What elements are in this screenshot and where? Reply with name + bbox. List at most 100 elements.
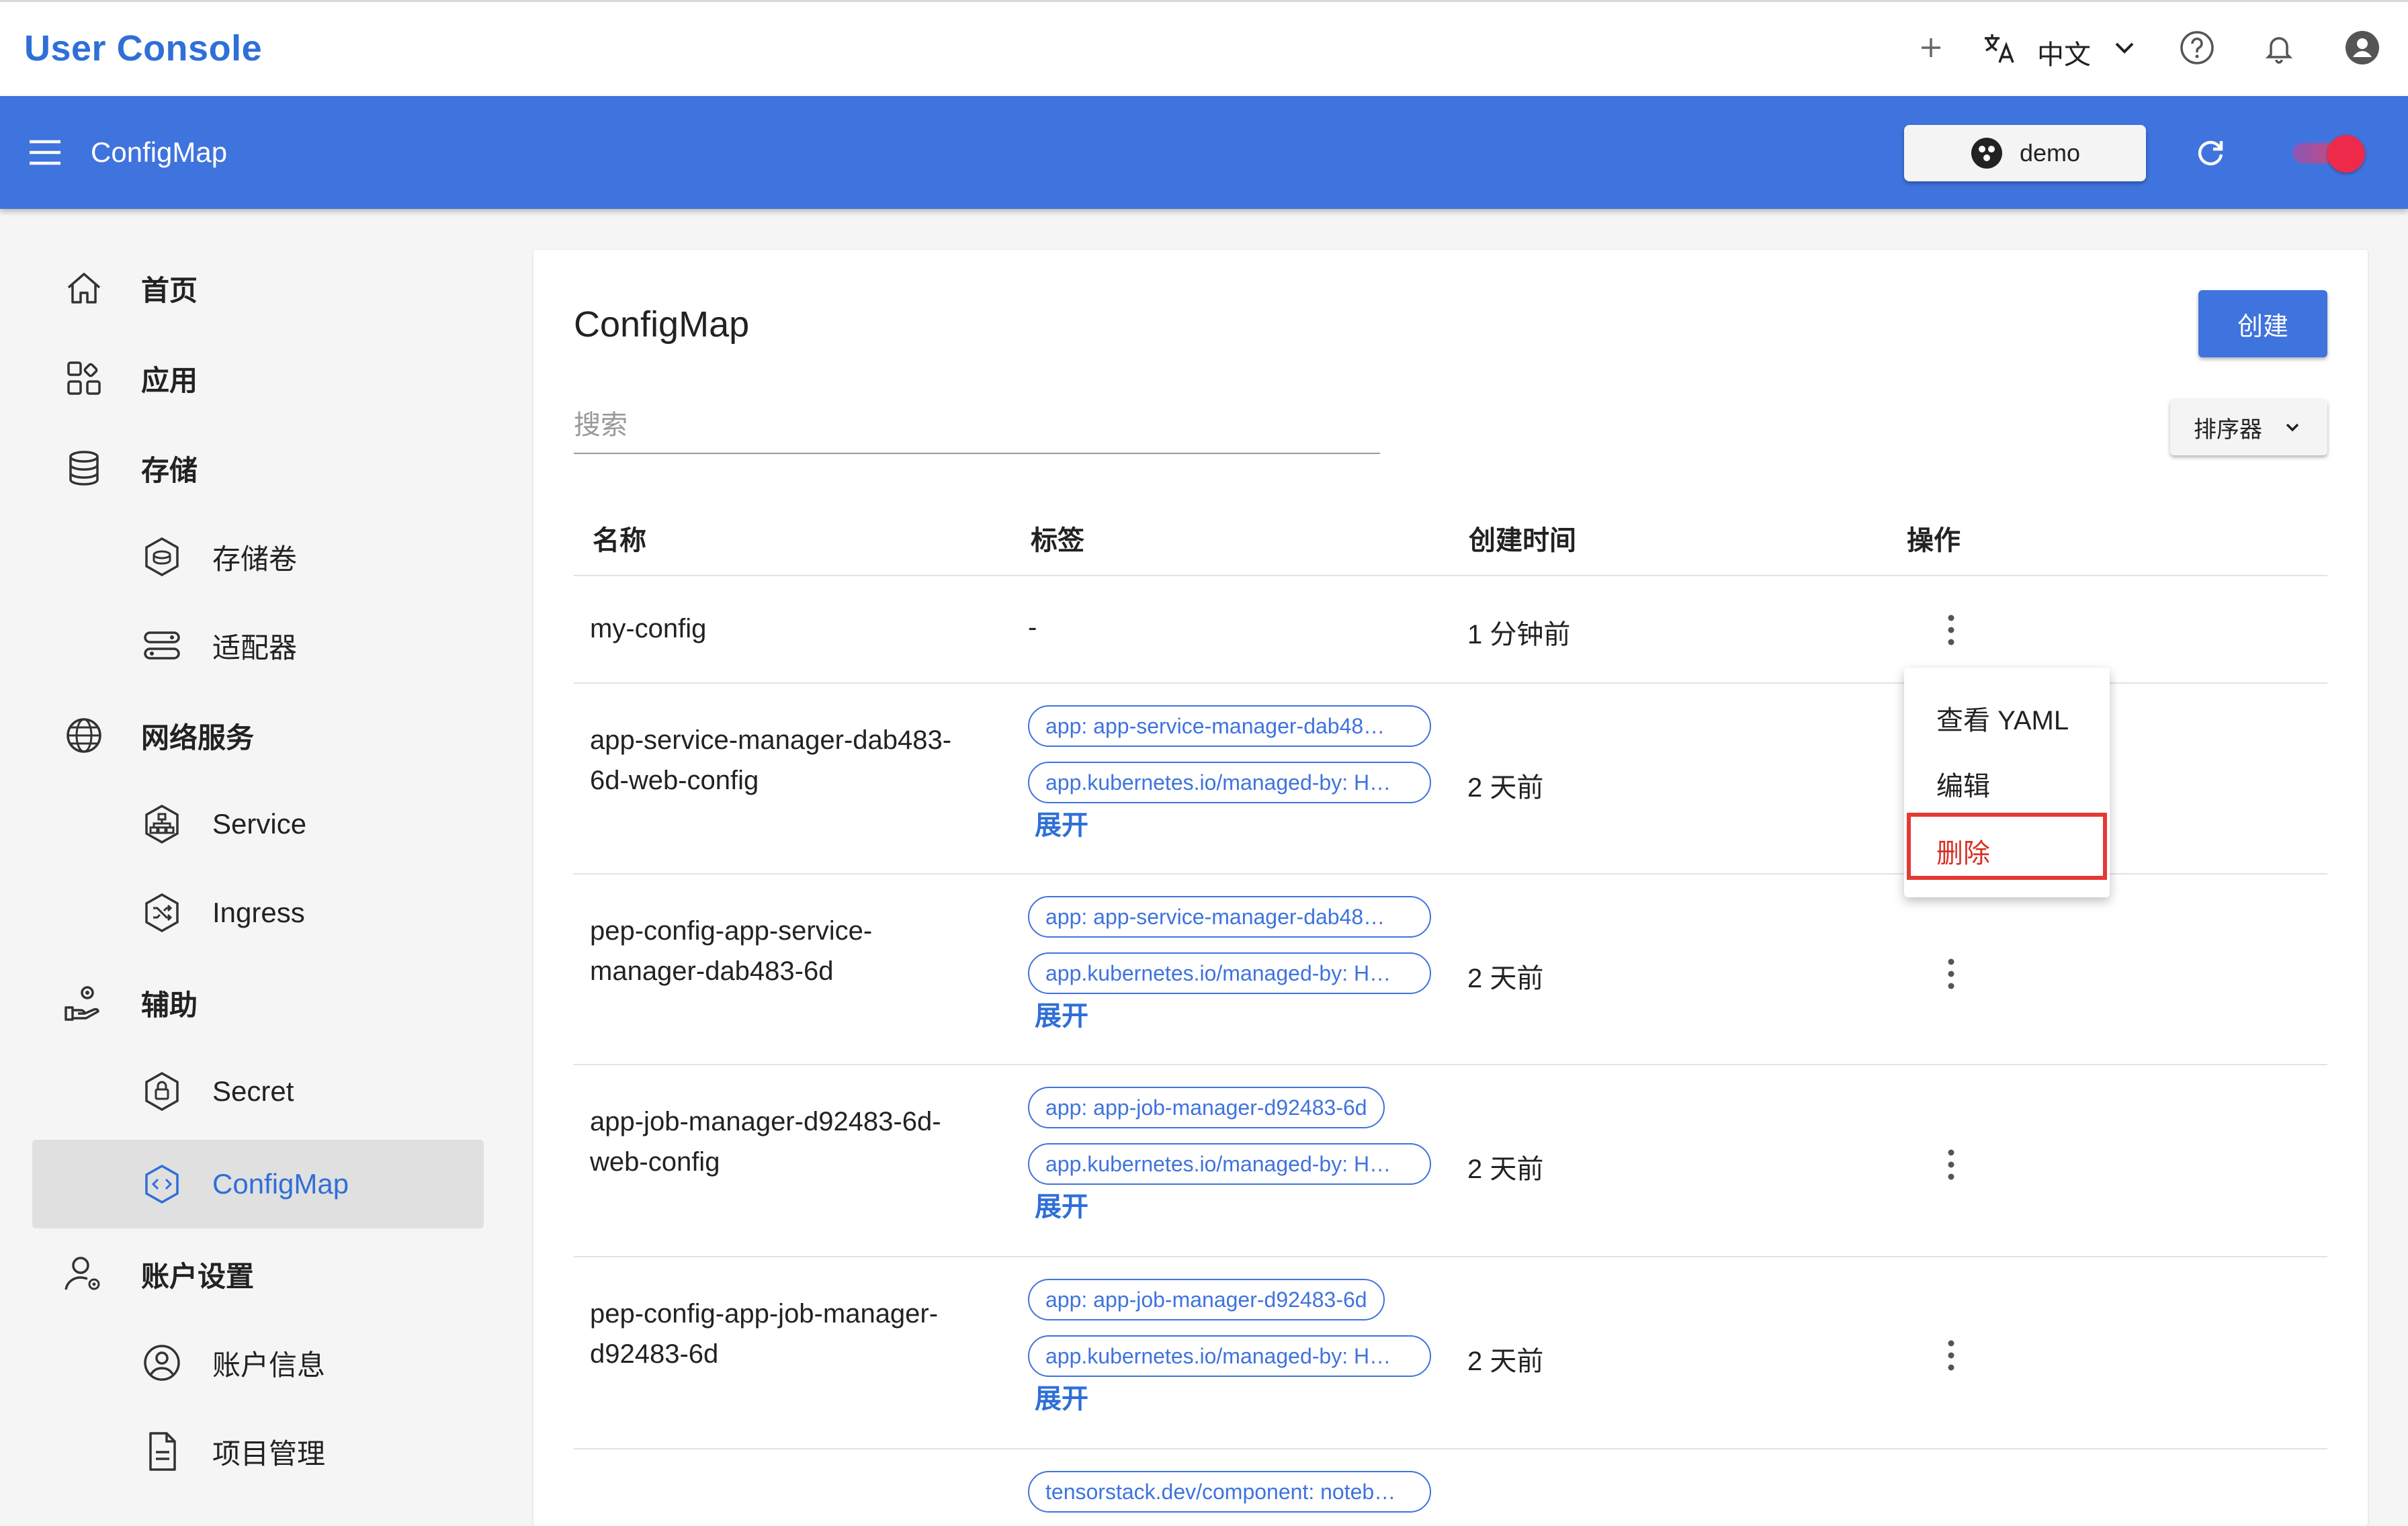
sidebar-item-account-info[interactable]: 账户信息 [32, 1318, 484, 1407]
sidebar-item-apps[interactable]: 应用 [32, 334, 484, 422]
divider [574, 1064, 2327, 1065]
expand-labels-link[interactable]: 展开 [1035, 1185, 1088, 1224]
sidebar-item-label: 首页 [141, 274, 198, 306]
divider [574, 1448, 2327, 1449]
user-settings-icon [62, 1252, 106, 1296]
sidebar-item-project-management[interactable]: 项目管理 [32, 1407, 484, 1496]
configmap-name[interactable]: pep-config-app-service- manager-dab483-6… [590, 911, 993, 991]
sidebar-item-storage[interactable]: 存储 [32, 424, 484, 512]
sidebar-item-label: 存储卷 [212, 543, 298, 575]
name-line: manager-dab483-6d [590, 956, 834, 986]
code-icon [140, 1162, 184, 1206]
globe-icon [62, 713, 106, 758]
column-header-name[interactable]: 名称 [593, 519, 646, 557]
adapter-icon [140, 623, 184, 668]
expand-labels-link[interactable]: 展开 [1035, 994, 1088, 1033]
sidebar-item-network[interactable]: 网络服务 [32, 691, 484, 780]
sidebar-item-label: 网络服务 [141, 721, 255, 754]
sidebar-item-label: 项目管理 [212, 1437, 326, 1470]
auxiliary-icon [62, 981, 106, 1025]
delete-highlight-box [1907, 813, 2107, 880]
account-icon[interactable] [2344, 29, 2381, 66]
sidebar-item-label: 应用 [141, 364, 198, 396]
name-line: pep-config-app-service- [590, 916, 873, 946]
label-chip: app: app-job-manager-d92483-6d [1028, 1279, 1385, 1320]
sorter-button[interactable]: 排序器 [2170, 399, 2327, 455]
document-icon [140, 1429, 184, 1474]
app-title[interactable]: User Console [24, 28, 262, 69]
configmap-name[interactable]: app-job-manager-d92483-6d- web-config [590, 1102, 993, 1182]
sidebar-item-home[interactable]: 首页 [32, 244, 484, 332]
no-labels-placeholder: - [1028, 613, 1037, 642]
configmap-name[interactable]: app-service-manager-dab483- 6d-web-confi… [590, 720, 993, 801]
label-chip: app.kubernetes.io/managed-by: H… [1028, 1335, 1431, 1377]
top-app-bar: User Console 中文 [0, 0, 2408, 96]
sidebar-item-label: 账户信息 [212, 1349, 326, 1381]
expand-labels-link[interactable]: 展开 [1035, 1377, 1088, 1416]
expand-labels-link[interactable]: 展开 [1035, 803, 1088, 842]
sidebar-item-secret[interactable]: Secret [32, 1047, 484, 1136]
hamburger-menu-icon[interactable] [28, 138, 62, 167]
sidebar-item-auxiliary[interactable]: 辅助 [32, 958, 484, 1047]
created-time: 2 天前 [1467, 773, 1544, 803]
column-header-labels[interactable]: 标签 [1031, 519, 1084, 557]
chevron-down-icon[interactable] [2106, 29, 2143, 66]
sidebar-item-label: Service [212, 808, 307, 840]
page-header-bar: ConfigMap demo [0, 96, 2408, 209]
sidebar-item-configmap[interactable]: ConfigMap [32, 1140, 484, 1228]
sidebar-item-label: Ingress [212, 897, 305, 928]
configmap-name[interactable]: pep-config-app-job-manager- d92483-6d [590, 1294, 993, 1374]
configmap-name[interactable]: my-config [590, 609, 993, 649]
label-chip: app: app-service-manager-dab48… [1028, 705, 1431, 747]
menu-item-edit[interactable]: 编辑 [1936, 764, 1990, 803]
chevron-down-icon [2286, 423, 2299, 432]
created-time: 2 天前 [1467, 964, 1544, 993]
sidebar-item-adapters[interactable]: 适配器 [32, 601, 484, 690]
refresh-icon[interactable] [2192, 134, 2229, 172]
translate-icon[interactable] [1981, 29, 2018, 66]
divider [574, 575, 2327, 576]
volume-icon [140, 535, 184, 579]
label-chip: app: app-service-manager-dab48… [1028, 896, 1431, 938]
namespace-selector-button[interactable]: demo [1904, 125, 2146, 181]
name-line: d92483-6d [590, 1339, 719, 1369]
divider [574, 1256, 2327, 1257]
language-label[interactable]: 中文 [2037, 33, 2091, 72]
search-input[interactable] [574, 398, 1380, 454]
menu-item-view-yaml[interactable]: 查看 YAML [1936, 699, 2069, 737]
more-actions-icon[interactable] [1935, 954, 1967, 994]
sidebar-item-volumes[interactable]: 存储卷 [32, 512, 484, 601]
more-actions-icon[interactable] [1935, 610, 1967, 650]
label-chip: app.kubernetes.io/managed-by: H… [1028, 952, 1431, 994]
help-icon[interactable] [2178, 29, 2216, 66]
sorter-label: 排序器 [2194, 416, 2262, 443]
account-circle-icon [140, 1341, 184, 1385]
label-chip: tensorstack.dev/component: noteb… [1028, 1471, 1431, 1513]
label-chip: app.kubernetes.io/managed-by: H… [1028, 762, 1431, 803]
create-button[interactable]: 创建 [2198, 290, 2327, 357]
sidebar-item-label: Secret [212, 1075, 294, 1107]
row-actions-menu: 查看 YAML 编辑 删除 [1904, 668, 2110, 897]
sidebar-item-service[interactable]: Service [32, 780, 484, 868]
more-actions-icon[interactable] [1935, 1144, 1967, 1185]
sidebar-item-label: 账户设置 [141, 1260, 255, 1292]
theme-toggle-switch[interactable] [2290, 135, 2369, 173]
more-actions-icon[interactable] [1935, 1335, 1967, 1376]
toggle-knob [2327, 135, 2365, 173]
created-time: 2 天前 [1467, 1347, 1544, 1376]
name-line: app-job-manager-d92483-6d- [590, 1107, 941, 1136]
sidebar: 首页 应用 存储 存储卷 适配器 网络服务 Service Ingress 辅助… [0, 209, 511, 1505]
created-time: 1 分钟前 [1467, 620, 1571, 649]
name-line: app-service-manager-dab483- [590, 725, 952, 755]
namespace-label: demo [2019, 139, 2081, 167]
home-icon [62, 266, 106, 310]
name-line: web-config [590, 1147, 720, 1177]
bell-icon[interactable] [2260, 29, 2298, 66]
sidebar-item-ingress[interactable]: Ingress [32, 868, 484, 957]
label-chip: app: app-job-manager-d92483-6d [1028, 1087, 1385, 1128]
ingress-icon [140, 891, 184, 935]
add-icon[interactable] [1912, 29, 1950, 66]
sidebar-item-account-settings[interactable]: 账户设置 [32, 1230, 484, 1318]
column-header-created[interactable]: 创建时间 [1469, 519, 1576, 557]
page-title: ConfigMap [574, 304, 750, 345]
